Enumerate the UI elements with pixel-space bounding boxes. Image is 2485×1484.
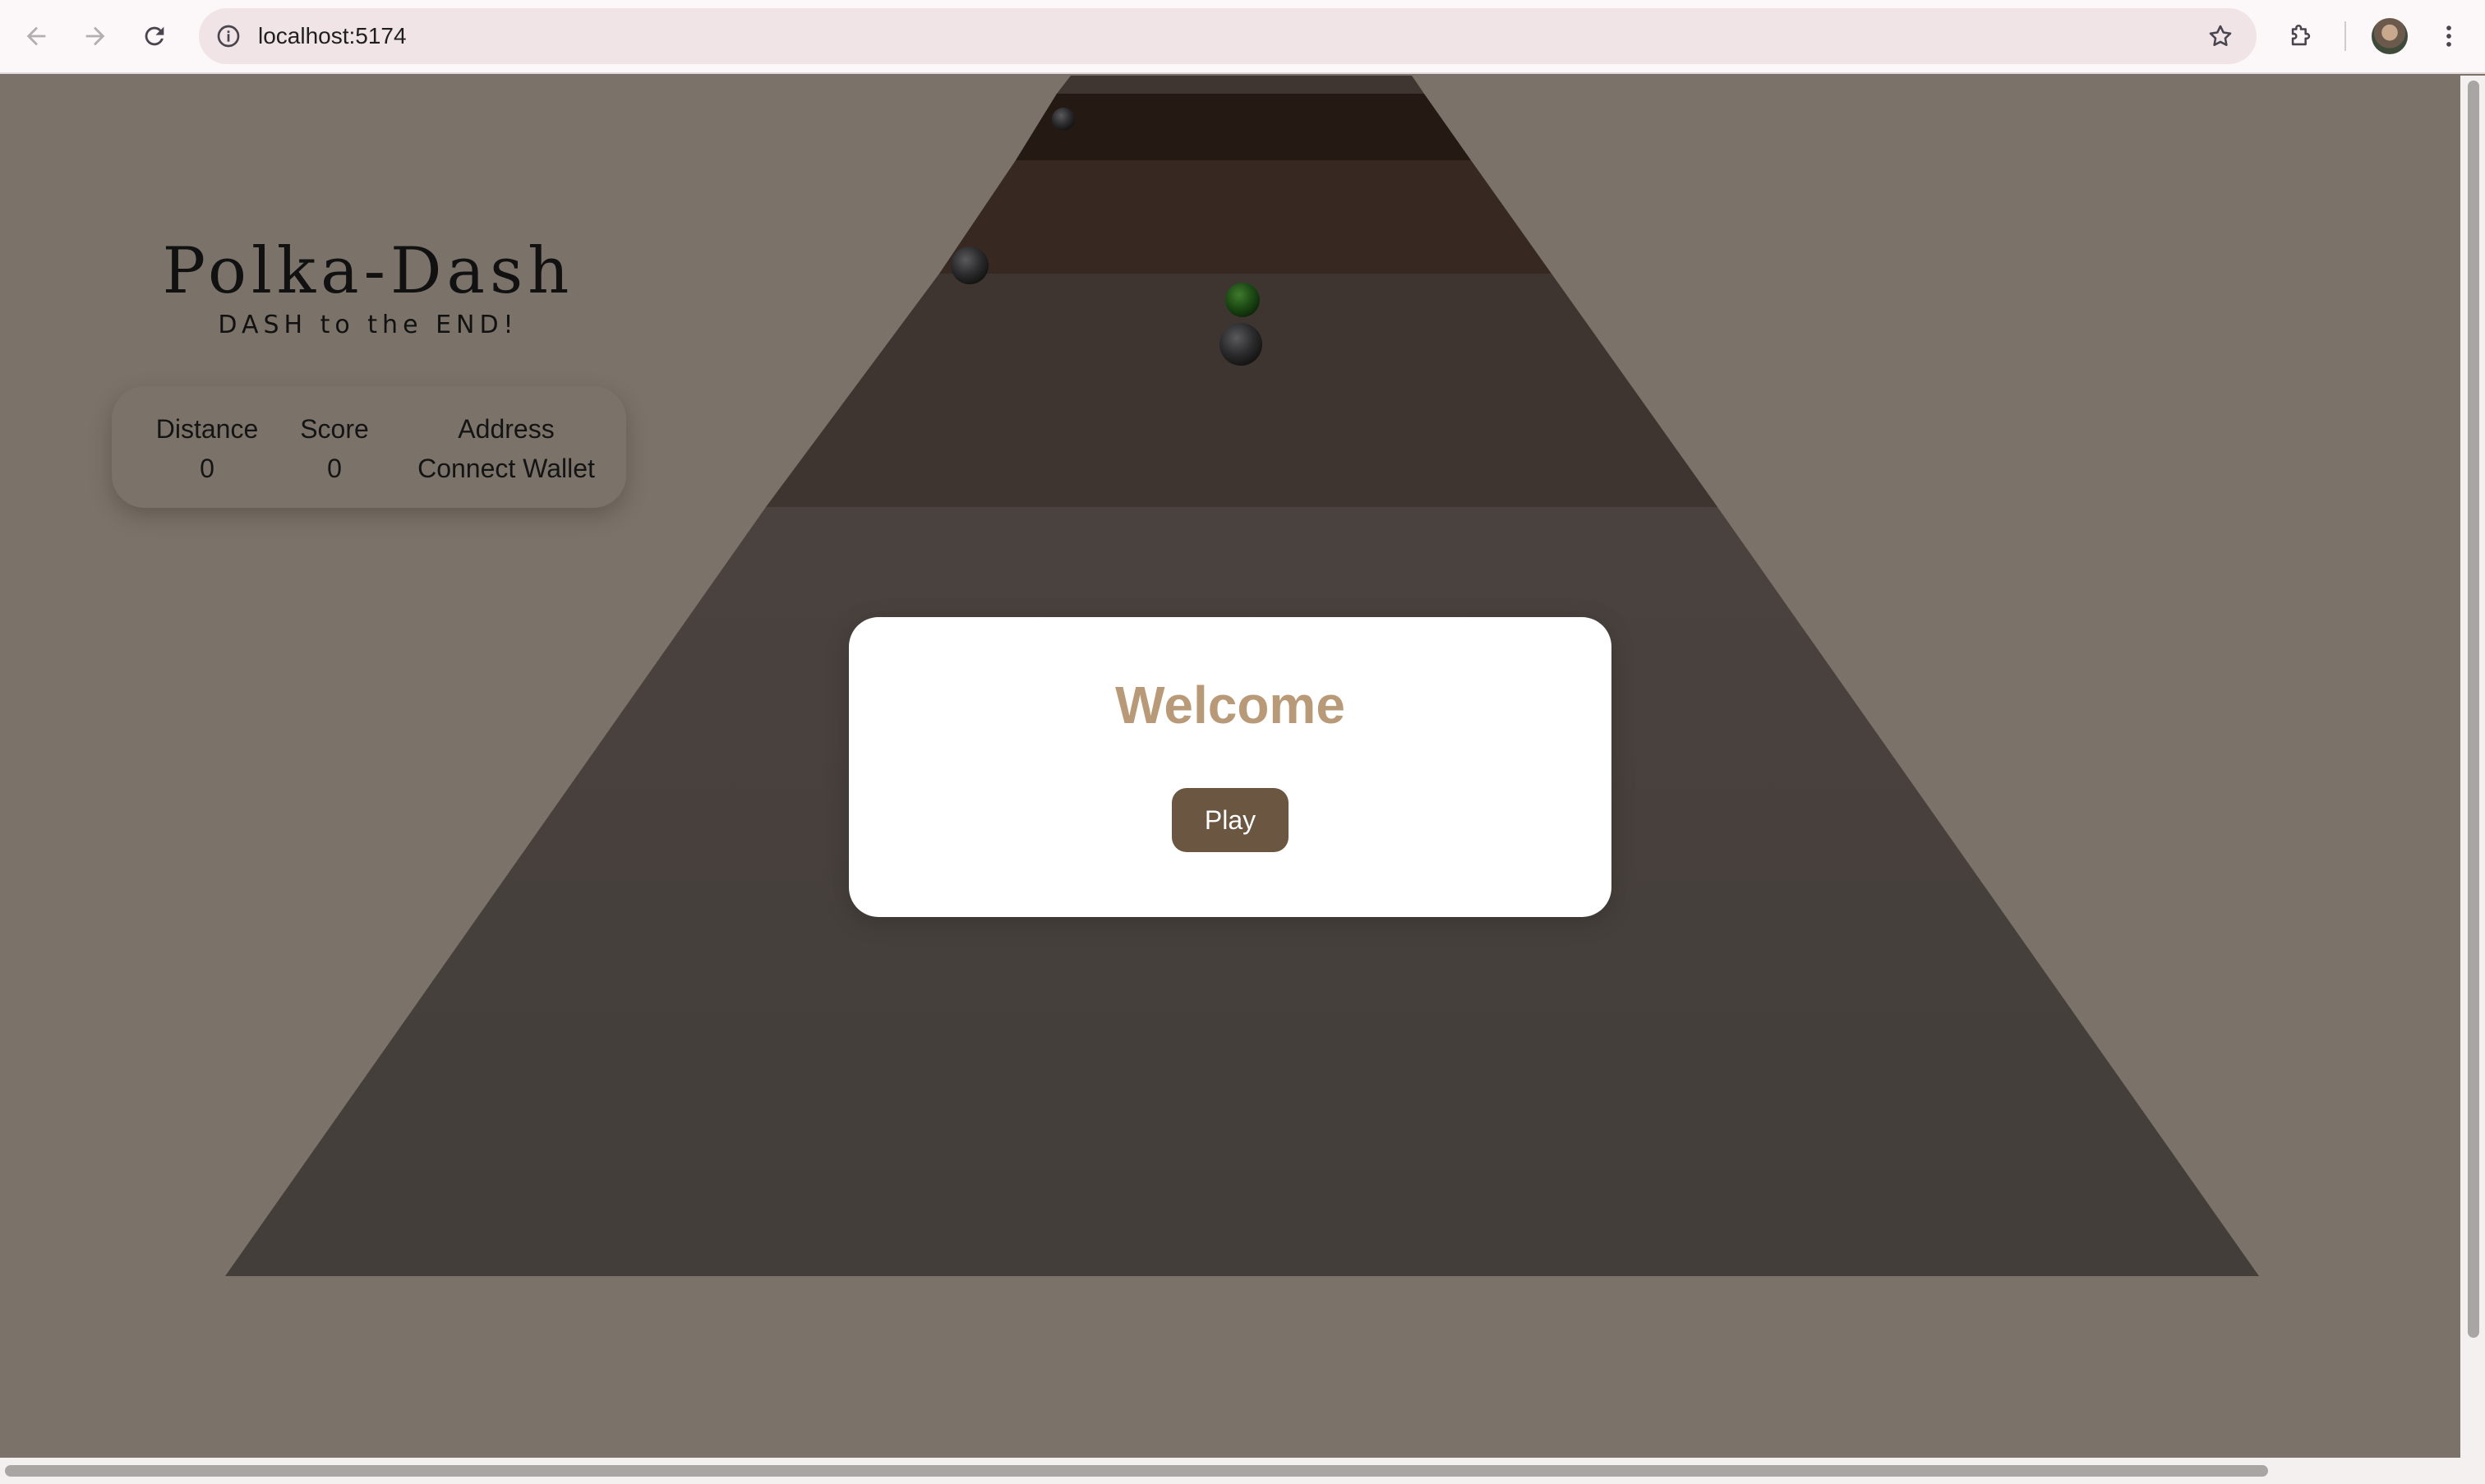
arrow-left-icon [26,26,46,46]
obstacle-ball [1052,108,1075,131]
vertical-scrollbar-thumb[interactable] [2468,81,2479,1338]
stats-panel: Distance 0 Score 0 Address Connect Walle… [112,386,626,508]
back-button[interactable] [16,16,56,56]
kebab-menu-icon [2446,25,2451,47]
track-section-dark [1016,94,1471,160]
score-stat: Score 0 [281,409,388,488]
game-subtitle: DASH to the END! [218,311,519,339]
browser-menu-button[interactable] [2429,16,2469,56]
obstacle-ball [951,247,989,284]
address-bar[interactable]: localhost:5174 [199,8,2257,64]
distance-stat: Distance 0 [136,409,278,488]
toolbar-divider [2344,21,2346,51]
reload-icon [145,26,164,46]
horizontal-scrollbar[interactable] [0,1458,2485,1484]
url-text[interactable]: localhost:5174 [258,8,407,64]
game-title: Polka-Dash [162,234,574,308]
distance-label: Distance [155,414,259,444]
reload-button[interactable] [135,16,174,56]
score-value: 0 [327,454,342,483]
welcome-title: Welcome [1115,675,1345,735]
forward-button[interactable] [76,16,115,56]
welcome-modal: Welcome Play [849,617,1611,917]
track-section-far [1057,76,1424,94]
arrow-right-icon [85,26,105,46]
play-button[interactable]: Play [1172,788,1289,852]
player-ball [1219,323,1262,366]
extensions-button[interactable] [2281,16,2321,56]
horizontal-scrollbar-thumb[interactable] [5,1465,2268,1477]
profile-avatar[interactable] [2372,18,2408,54]
browser-toolbar: localhost:5174 [0,0,2485,74]
distance-value: 0 [200,454,214,483]
puzzle-icon [2291,24,2311,46]
address-label: Address [458,414,555,444]
track-section-brown [939,160,1551,274]
score-label: Score [300,414,369,444]
address-stat: Address Connect Wallet [408,409,605,488]
game-header: Polka-Dash DASH to the END! [113,232,623,339]
coin-ball [1225,283,1260,317]
star-icon[interactable] [2204,20,2237,53]
info-icon[interactable] [212,20,245,53]
vertical-scrollbar[interactable] [2460,76,2485,1458]
connect-wallet-link[interactable]: Connect Wallet [408,449,605,488]
